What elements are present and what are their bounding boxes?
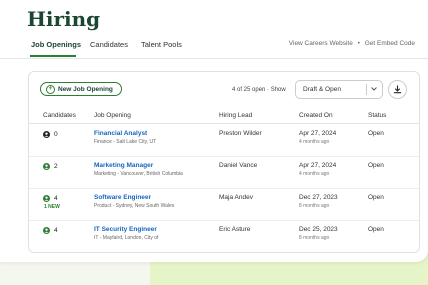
- person-icon: [43, 163, 50, 170]
- person-icon: [43, 131, 50, 138]
- new-job-opening-button[interactable]: + New Job Opening: [40, 82, 122, 96]
- candidate-count[interactable]: 4: [43, 227, 58, 234]
- table-row[interactable]: 2 Marketing Manager Marketing - Vancouve…: [29, 156, 419, 189]
- job-title-link[interactable]: IT Security Engineer: [94, 226, 157, 233]
- status-text: Open: [368, 162, 384, 169]
- candidate-count[interactable]: 4: [43, 195, 58, 202]
- column-header-status[interactable]: Status: [368, 112, 386, 119]
- candidate-count-value: 4: [54, 195, 58, 202]
- hiring-lead: Eric Asture: [219, 226, 251, 233]
- created-ago: 4 months ago: [299, 139, 330, 145]
- column-header-candidates[interactable]: Candidates: [43, 112, 76, 119]
- created-ago: 4 months ago: [299, 171, 330, 177]
- column-header-hiring-lead[interactable]: Hiring Lead: [219, 112, 252, 119]
- job-title-link[interactable]: Financial Analyst: [94, 130, 147, 137]
- created-ago: 8 months ago: [299, 235, 330, 241]
- candidate-count-value: 2: [54, 163, 58, 170]
- created-date: Dec 27, 2023: [299, 194, 338, 201]
- select-separator: [366, 84, 367, 95]
- created-date: Dec 25, 2023: [299, 226, 338, 233]
- person-icon: [43, 195, 50, 202]
- status-text: Open: [368, 226, 384, 233]
- status-text: Open: [368, 194, 384, 201]
- table-row[interactable]: 4 IT Security Engineer IT - Mayfaird, Lo…: [29, 220, 419, 252]
- view-careers-link[interactable]: View Careers Website: [289, 40, 353, 47]
- hiring-card: Hiring Job Openings Candidates Talent Po…: [0, 0, 428, 262]
- candidate-count-value: 0: [54, 131, 58, 138]
- link-separator: •: [357, 40, 360, 47]
- table-row[interactable]: 0 Financial Analyst Finance - Salt Lake …: [29, 124, 419, 157]
- status-text: Open: [368, 130, 384, 137]
- candidate-count[interactable]: 0: [43, 131, 58, 138]
- tab-candidates[interactable]: Candidates: [90, 40, 128, 49]
- tab-talent-pools[interactable]: Talent Pools: [141, 40, 182, 49]
- job-location: IT - Mayfaird, London, City of: [94, 235, 159, 241]
- status-filter-value: Draft & Open: [303, 86, 341, 93]
- candidate-count[interactable]: 2: [43, 163, 58, 170]
- header-divider: [0, 58, 428, 59]
- column-header-job-opening[interactable]: Job Opening: [94, 112, 131, 119]
- active-tab-indicator: [30, 55, 76, 57]
- embed-code-link[interactable]: Get Embed Code: [365, 40, 415, 47]
- job-openings-panel: + New Job Opening 4 of 25 open · Show Dr…: [28, 71, 420, 253]
- plus-circle-icon: +: [46, 84, 55, 94]
- job-location: Finance - Salt Lake City, UT: [94, 139, 157, 145]
- job-title-link[interactable]: Marketing Manager: [94, 162, 153, 169]
- hiring-lead: Preston Wilder: [219, 130, 262, 137]
- top-links: View Careers Website • Get Embed Code: [289, 40, 415, 47]
- new-job-opening-label: New Job Opening: [58, 85, 113, 93]
- status-filter-select[interactable]: Draft & Open: [295, 80, 383, 99]
- open-count-text: 4 of 25 open · Show: [232, 87, 286, 93]
- job-location: Marketing - Vancouver, British Columbia: [94, 171, 183, 177]
- page-title: Hiring: [27, 7, 101, 31]
- chevron-down-icon: [370, 83, 378, 97]
- created-date: Apr 27, 2024: [299, 162, 337, 169]
- table-header: Candidates Job Opening Hiring Lead Creat…: [29, 109, 419, 124]
- job-location: Product - Sydney, New South Wales: [94, 203, 175, 209]
- download-icon: [393, 81, 402, 99]
- table-row[interactable]: 4 1 NEW Software Engineer Product - Sydn…: [29, 188, 419, 221]
- download-button[interactable]: [388, 80, 407, 99]
- job-title-link[interactable]: Software Engineer: [94, 194, 151, 201]
- person-icon: [43, 227, 50, 234]
- new-candidates-badge: 1 NEW: [44, 204, 60, 210]
- column-header-created-on[interactable]: Created On: [299, 112, 333, 119]
- created-ago: 8 months ago: [299, 203, 330, 209]
- created-date: Apr 27, 2024: [299, 130, 337, 137]
- hiring-lead: Maja Andev: [219, 194, 253, 201]
- tab-job-openings[interactable]: Job Openings: [31, 40, 81, 49]
- candidate-count-value: 4: [54, 227, 58, 234]
- hiring-lead: Daniel Vance: [219, 162, 258, 169]
